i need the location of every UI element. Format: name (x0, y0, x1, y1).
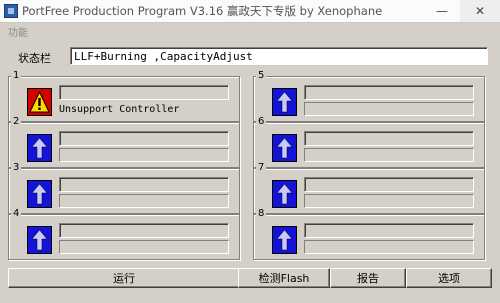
report-button[interactable]: 报告 (330, 268, 406, 288)
port-progress-field (59, 177, 229, 192)
port-number: 8 (256, 208, 267, 220)
port-number: 2 (11, 116, 22, 128)
arrow-up-icon (27, 180, 52, 208)
port-progress-field (59, 131, 229, 146)
port-number: 6 (256, 116, 267, 128)
port-progress-field (59, 223, 229, 238)
menu-bar: 功能 (0, 22, 500, 39)
detect-flash-button[interactable]: 检测Flash (238, 268, 330, 288)
port-number: 5 (256, 70, 267, 82)
port-status-field (304, 240, 474, 254)
port-number: 1 (11, 70, 22, 82)
port-progress-field (304, 131, 474, 146)
port-progress-field (304, 177, 474, 192)
status-label: 状态栏 (18, 52, 51, 65)
port-panel-6: 6 (253, 116, 485, 168)
status-field: LLF+Burning ,CapacityAdjust (70, 47, 488, 65)
port-panel-1: 1 Unsupport Controller (8, 70, 240, 122)
port-progress-field (59, 85, 229, 100)
app-icon (4, 4, 18, 18)
menu-item-function[interactable]: 功能 (8, 24, 28, 39)
button-bar: 运行 检测Flash 报告 选项 (0, 268, 500, 288)
port-status-field (304, 194, 474, 208)
arrow-up-icon (272, 134, 297, 162)
port-number: 7 (256, 162, 267, 174)
title-bar: PortFree Production Program V3.16 赢政天下专版… (0, 0, 500, 23)
arrow-up-icon (27, 134, 52, 162)
port-status-field (304, 102, 474, 116)
port-panel-8: 8 (253, 208, 485, 260)
port-progress-field (304, 223, 474, 238)
port-status-field (304, 148, 474, 162)
port-panel-3: 3 (8, 162, 240, 214)
warning-icon (27, 88, 52, 116)
port-panel-4: 4 (8, 208, 240, 260)
arrow-up-icon (27, 226, 52, 254)
port-status-field (59, 194, 229, 208)
port-progress-field (304, 85, 474, 100)
options-button[interactable]: 选项 (406, 268, 492, 288)
close-button[interactable]: ✕ (460, 0, 500, 22)
run-button[interactable]: 运行 (8, 268, 240, 288)
port-status-field (59, 148, 229, 162)
port-number: 4 (11, 208, 22, 220)
port-number: 3 (11, 162, 22, 174)
port-status-text: Unsupport Controller (59, 104, 180, 115)
port-panel-7: 7 (253, 162, 485, 214)
window-title: PortFree Production Program V3.16 赢政天下专版… (22, 4, 383, 18)
arrow-up-icon (272, 180, 297, 208)
port-panel-2: 2 (8, 116, 240, 168)
port-status-field (59, 240, 229, 254)
arrow-up-icon (272, 226, 297, 254)
status-row: 状态栏 LLF+Burning ,CapacityAdjust (8, 46, 492, 68)
port-panel-5: 5 (253, 70, 485, 122)
arrow-up-icon (272, 88, 297, 116)
minimize-button[interactable]: — (428, 0, 456, 22)
